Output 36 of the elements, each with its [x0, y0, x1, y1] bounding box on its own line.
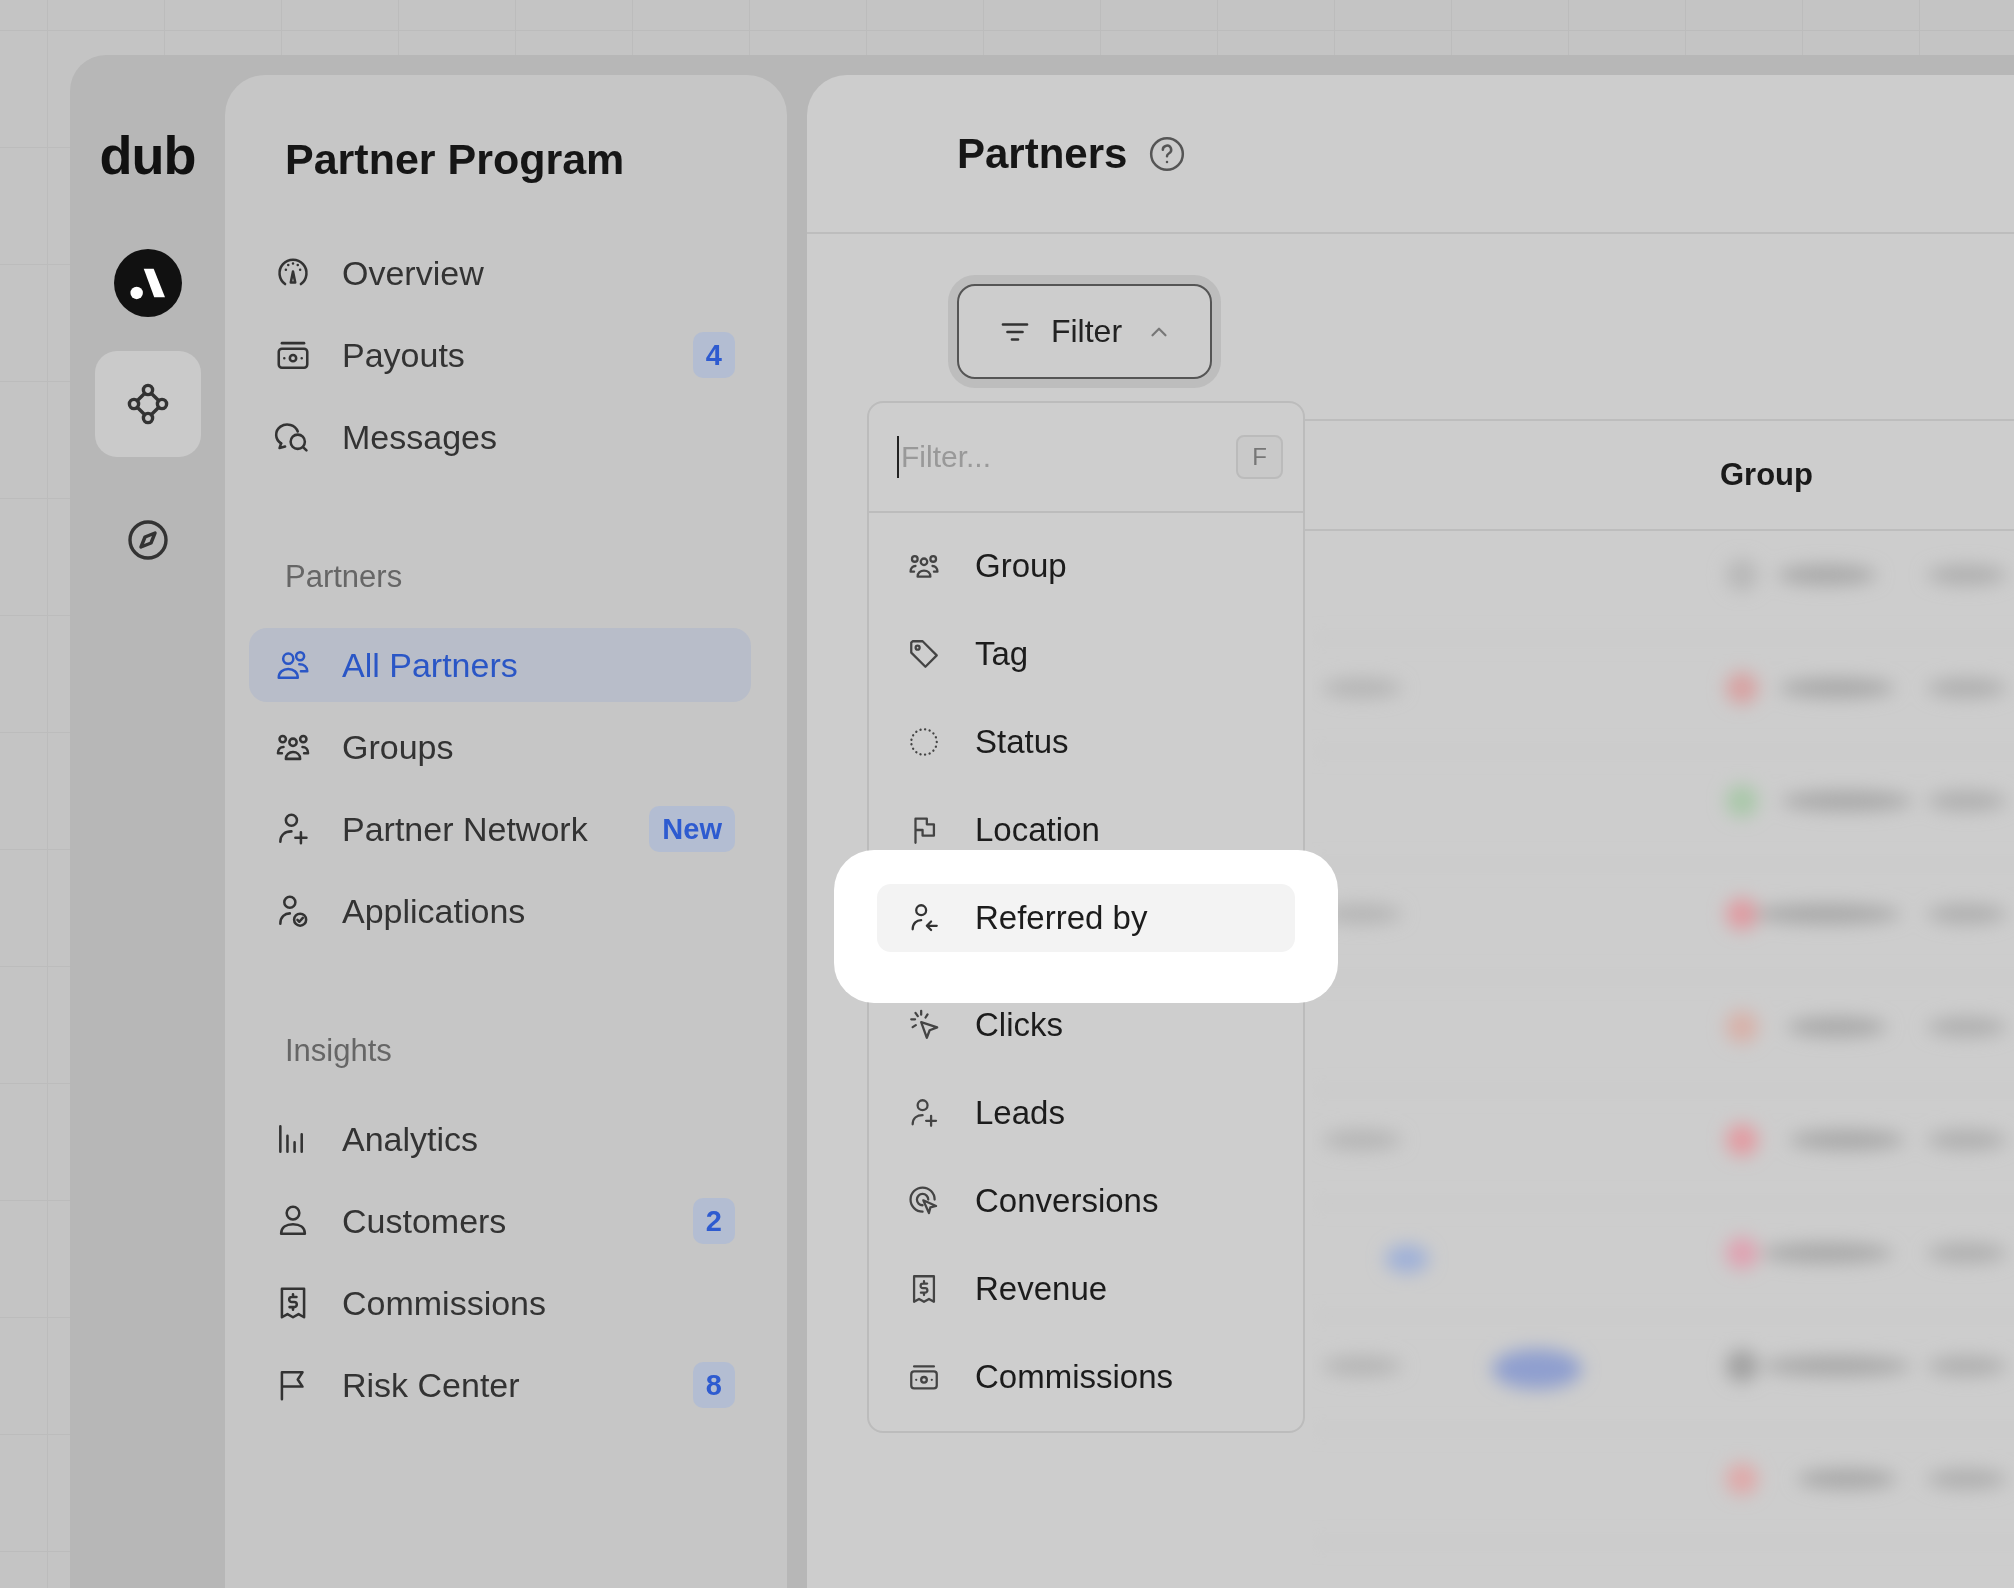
sidebar-item[interactable]: Partner Network New	[249, 792, 751, 866]
count-badge: 8	[692, 1362, 735, 1408]
menu-item[interactable]: Revenue	[877, 1255, 1295, 1323]
menu-item[interactable]: Conversions	[877, 1167, 1295, 1235]
menu-item[interactable]: Referred by	[877, 884, 1295, 952]
sidebar-item[interactable]: Applications	[249, 874, 751, 948]
section-heading: Insights	[285, 1032, 393, 1070]
logo[interactable]: dub	[99, 125, 196, 185]
rail-button[interactable]	[94, 351, 201, 457]
count-badge: 4	[692, 332, 735, 378]
menu-item[interactable]: Commissions	[877, 1343, 1295, 1411]
count-badge: 2	[692, 1198, 735, 1244]
sidebar-item[interactable]: Overview	[249, 236, 751, 310]
page-title: Partners	[957, 129, 1128, 178]
menu-item[interactable]: Clicks	[877, 991, 1295, 1059]
workspace-avatar-icon[interactable]	[113, 249, 182, 317]
sidebar-item[interactable]: Analytics	[249, 1102, 751, 1176]
sidebar-item[interactable]: Commissions	[249, 1266, 751, 1340]
sidebar-item[interactable]: Customers 2	[249, 1184, 751, 1258]
sidebar-item[interactable]: Groups	[249, 710, 751, 784]
sidebar-title: Partner Program	[285, 134, 626, 185]
column-header: Group	[1720, 457, 1813, 493]
count-badge: New	[649, 806, 735, 852]
tag-icon	[907, 637, 941, 671]
cursor-click-icon	[907, 1008, 941, 1042]
menu-item[interactable]: Leads	[877, 1079, 1295, 1147]
dotted-circle-icon	[907, 725, 941, 759]
menu-item[interactable]: Tag	[877, 620, 1295, 688]
section-heading: Partners	[285, 558, 404, 596]
menu-item[interactable]: Status	[877, 708, 1295, 776]
shortcut-key: F	[1236, 435, 1283, 479]
sidebar-item[interactable]: Risk Center 8	[249, 1348, 751, 1422]
sidebar-item[interactable]: Payouts 4	[249, 318, 751, 392]
menu-item[interactable]: Location	[877, 796, 1295, 864]
menu-item[interactable]: Group	[877, 532, 1295, 600]
sidebar-item[interactable]: Messages	[249, 400, 751, 474]
